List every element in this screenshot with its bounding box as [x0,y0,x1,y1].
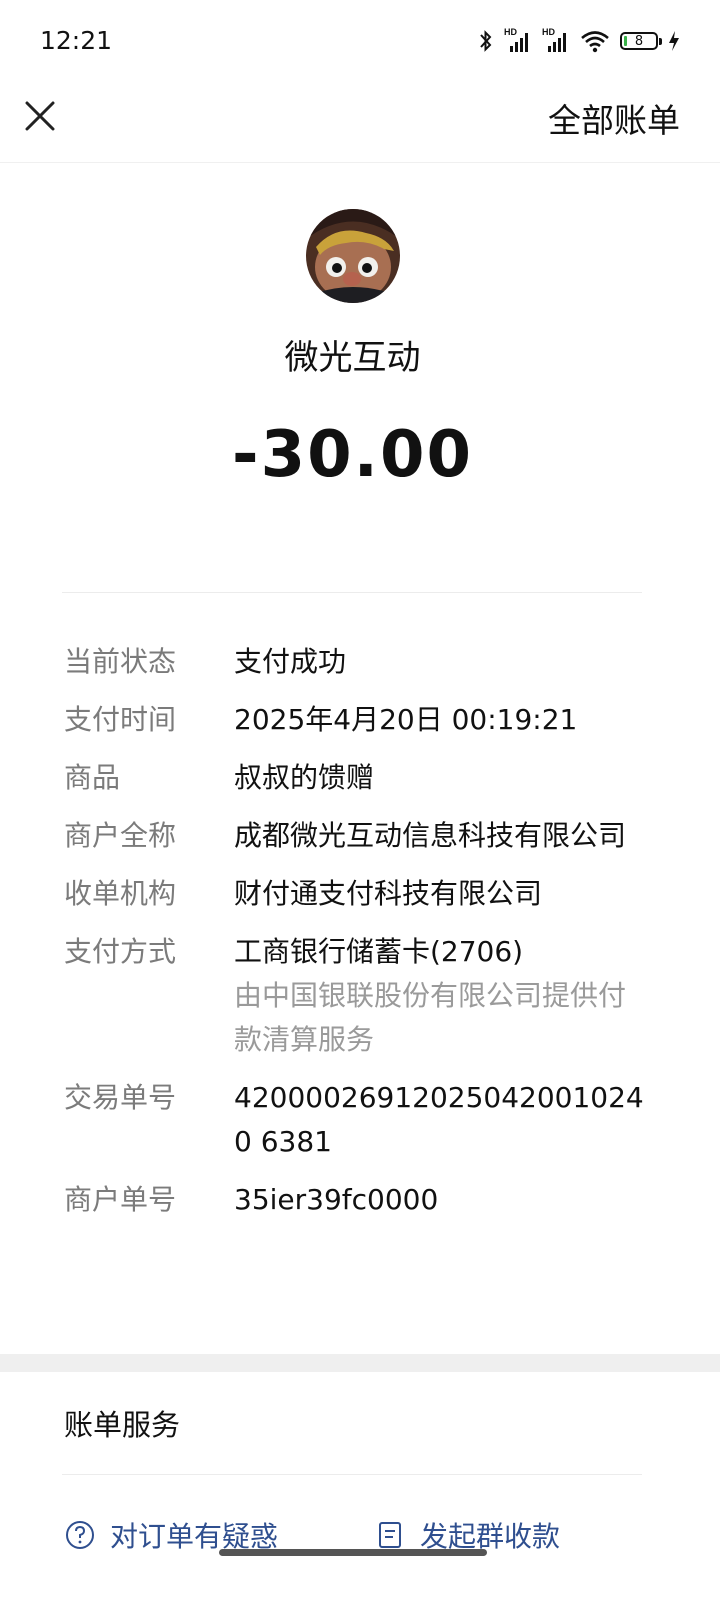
detail-label: 支付方式 [64,935,177,968]
detail-row-merchant-full-name: 商户全称 成都微光互动信息科技有限公司 [64,814,644,858]
payment-method-value: 工商银行储蓄卡(2706) [234,935,524,968]
status-icons: HD HD 8 [478,27,680,54]
bill-services-title: 账单服务 [64,1408,181,1442]
transaction-details: 当前状态 支付成功 支付时间 2025年4月20日 00:19:21 商品 叔叔… [64,640,644,1236]
detail-value-group: 工商银行储蓄卡(2706) 由中国银联股份有限公司提供付款清算服务 [234,930,644,1062]
detail-row-merchant-order: 商户单号 35ier39fc0000 [64,1178,644,1222]
detail-row-product: 商品 叔叔的馈赠 [64,756,644,800]
divider [62,592,642,593]
detail-label: 当前状态 [64,645,177,678]
payment-method-note: 由中国银联股份有限公司提供付款清算服务 [234,979,627,1056]
group-collect-icon [379,1522,401,1548]
detail-value: 叔叔的馈赠 [234,761,375,794]
wifi-icon [581,31,609,53]
detail-value: 2025年4月20日 00:19:21 [234,703,578,736]
detail-row-acquirer: 收单机构 财付通支付科技有限公司 [64,872,644,916]
detail-label: 商户全称 [64,819,177,852]
charging-icon [669,31,679,51]
detail-row-transaction-id: 交易单号 420000269120250420010240 6381 [64,1076,644,1164]
merchant-name: 微光互动 [284,338,421,378]
status-time: 12:21 [40,26,113,55]
merchant-order-value[interactable]: 35ier39fc0000 [234,1178,644,1222]
detail-row-status: 当前状态 支付成功 [64,640,644,684]
detail-label: 收单机构 [64,877,177,910]
detail-label: 支付时间 [64,703,177,736]
battery-icon: 8 [620,32,662,50]
detail-label: 商品 [64,761,121,794]
all-bills-link[interactable]: 全部账单 [548,94,680,142]
transaction-amount: -30.00 [232,418,473,492]
nav-bar: 全部账单 [0,86,720,163]
help-icon [66,1521,94,1549]
status-bar: 12:21 HD HD 8 [0,0,720,86]
detail-row-time: 支付时间 2025年4月20日 00:19:21 [64,698,644,742]
close-icon[interactable] [22,98,58,134]
merchant-avatar [306,209,400,303]
signal-icon: HD [504,27,532,52]
section-separator [0,1354,720,1372]
detail-value: 成都微光互动信息科技有限公司 [234,819,627,852]
detail-value: 财付通支付科技有限公司 [234,877,543,910]
signal-icon: HD [542,27,570,52]
home-indicator[interactable] [219,1549,487,1556]
detail-label: 商户单号 [64,1183,177,1216]
detail-value: 支付成功 [234,645,347,678]
detail-row-payment-method: 支付方式 工商银行储蓄卡(2706) 由中国银联股份有限公司提供付款清算服务 [64,930,644,1062]
detail-label: 交易单号 [64,1081,177,1114]
transaction-id-value[interactable]: 420000269120250420010240 6381 [234,1076,644,1164]
divider [62,1474,642,1475]
bluetooth-icon [480,30,492,52]
